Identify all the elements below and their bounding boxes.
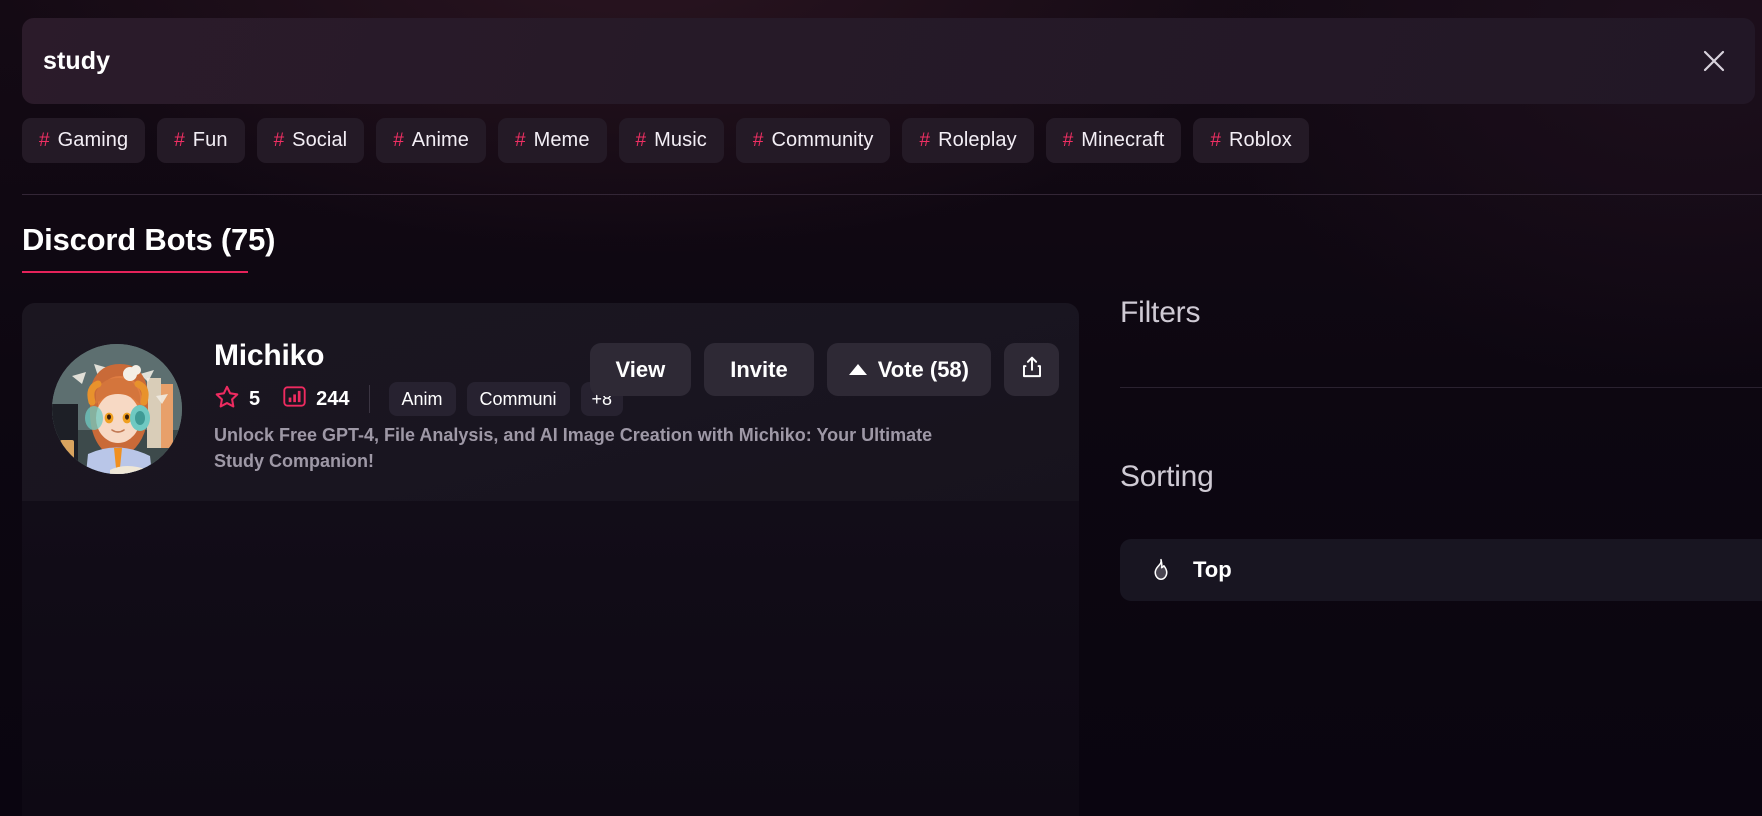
tag-label: Community	[771, 129, 873, 152]
tag-label: Music	[654, 129, 707, 152]
tag-label: Anime	[412, 129, 469, 152]
hash-icon: #	[274, 130, 285, 152]
section-header: Discord Bots (75)	[22, 222, 275, 273]
vote-button[interactable]: Vote (58)	[827, 343, 991, 396]
tag-pill-gaming[interactable]: # Gaming	[22, 118, 145, 163]
tag-label: Meme	[534, 129, 590, 152]
sort-option-label: Top	[1193, 557, 1232, 583]
tag-pill-anime[interactable]: # Anime	[376, 118, 486, 163]
share-button[interactable]	[1004, 343, 1059, 396]
page-title: Discord Bots (75)	[22, 222, 275, 258]
view-button[interactable]: View	[590, 343, 692, 396]
sorting-title: Sorting	[1120, 460, 1762, 494]
meta-separator	[369, 385, 370, 413]
bot-tag-anim[interactable]: Anim	[389, 382, 456, 416]
section-underline	[22, 271, 248, 273]
tag-label: Roleplay	[938, 129, 1017, 152]
search-bar[interactable]	[22, 18, 1755, 104]
hash-icon: #	[39, 130, 50, 152]
tag-pill-community[interactable]: # Community	[736, 118, 891, 163]
share-icon	[1019, 354, 1045, 386]
servers-stat: 244	[282, 384, 349, 414]
tag-label: Minecraft	[1081, 129, 1164, 152]
hash-icon: #	[1063, 130, 1074, 152]
bot-tag-communi[interactable]: Communi	[467, 382, 570, 416]
tag-pill-fun[interactable]: # Fun	[157, 118, 244, 163]
close-button[interactable]	[1695, 42, 1733, 80]
tag-filter-row: # Gaming # Fun # Social # Anime # Meme #…	[22, 118, 1309, 163]
header-divider	[22, 194, 1762, 195]
hash-icon: #	[636, 130, 647, 152]
sort-option-top[interactable]: Top	[1120, 539, 1762, 601]
avatar	[52, 344, 182, 474]
bot-name: Michiko	[214, 339, 324, 373]
hash-icon: #	[753, 130, 764, 152]
tag-label: Social	[292, 129, 347, 152]
hash-icon: #	[919, 130, 930, 152]
invite-button[interactable]: Invite	[704, 343, 813, 396]
tag-pill-meme[interactable]: # Meme	[498, 118, 607, 163]
bot-meta-row: 5 244 Anim Communi +8	[214, 383, 623, 415]
rating-value: 5	[249, 388, 260, 411]
hash-icon: #	[1210, 130, 1221, 152]
tag-pill-social[interactable]: # Social	[257, 118, 365, 163]
caret-up-icon	[849, 364, 867, 375]
search-input[interactable]	[43, 47, 1393, 76]
sorting-options: Top	[1120, 539, 1762, 601]
hash-icon: #	[174, 130, 185, 152]
filters-title: Filters	[1120, 296, 1762, 330]
bar-chart-icon	[282, 384, 307, 414]
tag-label: Fun	[193, 129, 228, 152]
bot-description: Unlock Free GPT-4, File Analysis, and AI…	[214, 423, 974, 474]
bot-actions: View Invite Vote (58)	[590, 343, 1060, 396]
star-icon	[214, 384, 240, 415]
tag-pill-roblox[interactable]: # Roblox	[1193, 118, 1308, 163]
rating-stat: 5	[214, 384, 260, 415]
results-list-area	[22, 501, 1079, 816]
vote-label: Vote (58)	[878, 357, 969, 383]
tag-pill-roleplay[interactable]: # Roleplay	[902, 118, 1033, 163]
tag-label: Roblox	[1229, 129, 1292, 152]
servers-value: 244	[316, 388, 349, 411]
filters-sidebar: Filters Sorting Top	[1120, 296, 1762, 601]
close-icon	[1699, 46, 1729, 76]
flame-icon	[1148, 557, 1174, 583]
tag-label: Gaming	[58, 129, 129, 152]
tag-pill-minecraft[interactable]: # Minecraft	[1046, 118, 1182, 163]
bot-card[interactable]: Michiko 5 244 Anim Communi	[22, 303, 1079, 501]
sidebar-divider	[1120, 387, 1762, 388]
hash-icon: #	[515, 130, 526, 152]
tag-pill-music[interactable]: # Music	[619, 118, 724, 163]
hash-icon: #	[393, 130, 404, 152]
